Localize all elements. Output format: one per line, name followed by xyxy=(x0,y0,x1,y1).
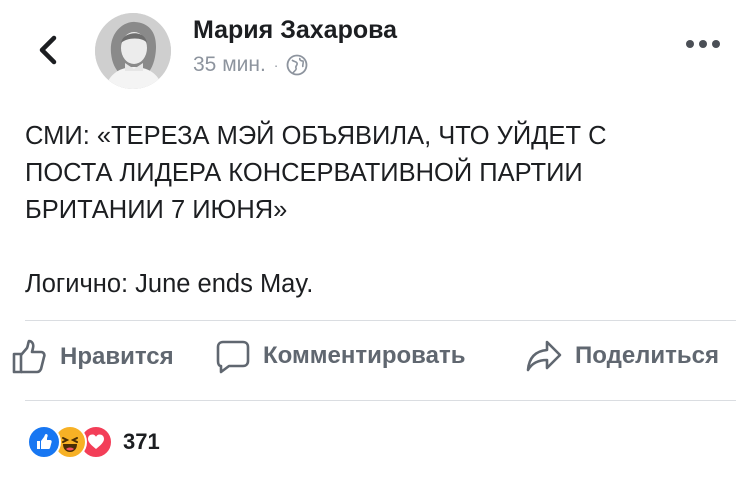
more-dot xyxy=(686,40,694,48)
post-text-line: СМИ: «ТЕРЕЗА МЭЙ ОБЪЯВИЛА, ЧТО УЙДЕТ С xyxy=(25,122,607,150)
comment-bubble-icon xyxy=(216,340,250,374)
comment-button[interactable]: Комментировать xyxy=(215,338,465,374)
chevron-left-icon xyxy=(39,35,57,65)
divider xyxy=(25,400,736,401)
profile-photo xyxy=(95,13,171,89)
like-label: Нравится xyxy=(60,343,174,370)
post-meta: 35 мин. · xyxy=(193,53,308,77)
globe-icon xyxy=(287,54,308,76)
back-button[interactable] xyxy=(34,30,64,70)
action-bar: Нравится Комментировать Поделиться xyxy=(0,330,750,392)
avatar[interactable] xyxy=(95,13,171,89)
post-text-line: ПОСТА ЛИДЕРА КОНСЕРВАТИВНОЙ ПАРТИИ xyxy=(25,159,583,187)
like-reaction-icon xyxy=(27,425,61,459)
post-text-line: БРИТАНИИ 7 ИЮНЯ» xyxy=(25,196,288,224)
thumbs-up-icon xyxy=(12,339,46,374)
more-options-button[interactable] xyxy=(686,40,720,48)
post-comment-line: Логично: June ends May. xyxy=(25,270,314,298)
more-dot xyxy=(712,40,720,48)
author-name[interactable]: Мария Захарова xyxy=(193,16,397,45)
post-text: СМИ: «ТЕРЕЗА МЭЙ ОБЪЯВИЛА, ЧТО УЙДЕТ С П… xyxy=(25,118,725,303)
like-button[interactable]: Нравится xyxy=(10,338,174,376)
post-time[interactable]: 35 мин. xyxy=(193,53,266,77)
share-button[interactable]: Поделиться xyxy=(525,338,719,374)
reaction-count: 371 xyxy=(123,429,160,454)
meta-separator: · xyxy=(273,57,279,73)
share-arrow-icon xyxy=(526,340,562,372)
reactions-summary[interactable]: 371 xyxy=(27,425,160,459)
divider xyxy=(25,320,736,321)
comment-label: Комментировать xyxy=(263,342,466,369)
more-dot xyxy=(699,40,707,48)
share-label: Поделиться xyxy=(575,342,720,369)
